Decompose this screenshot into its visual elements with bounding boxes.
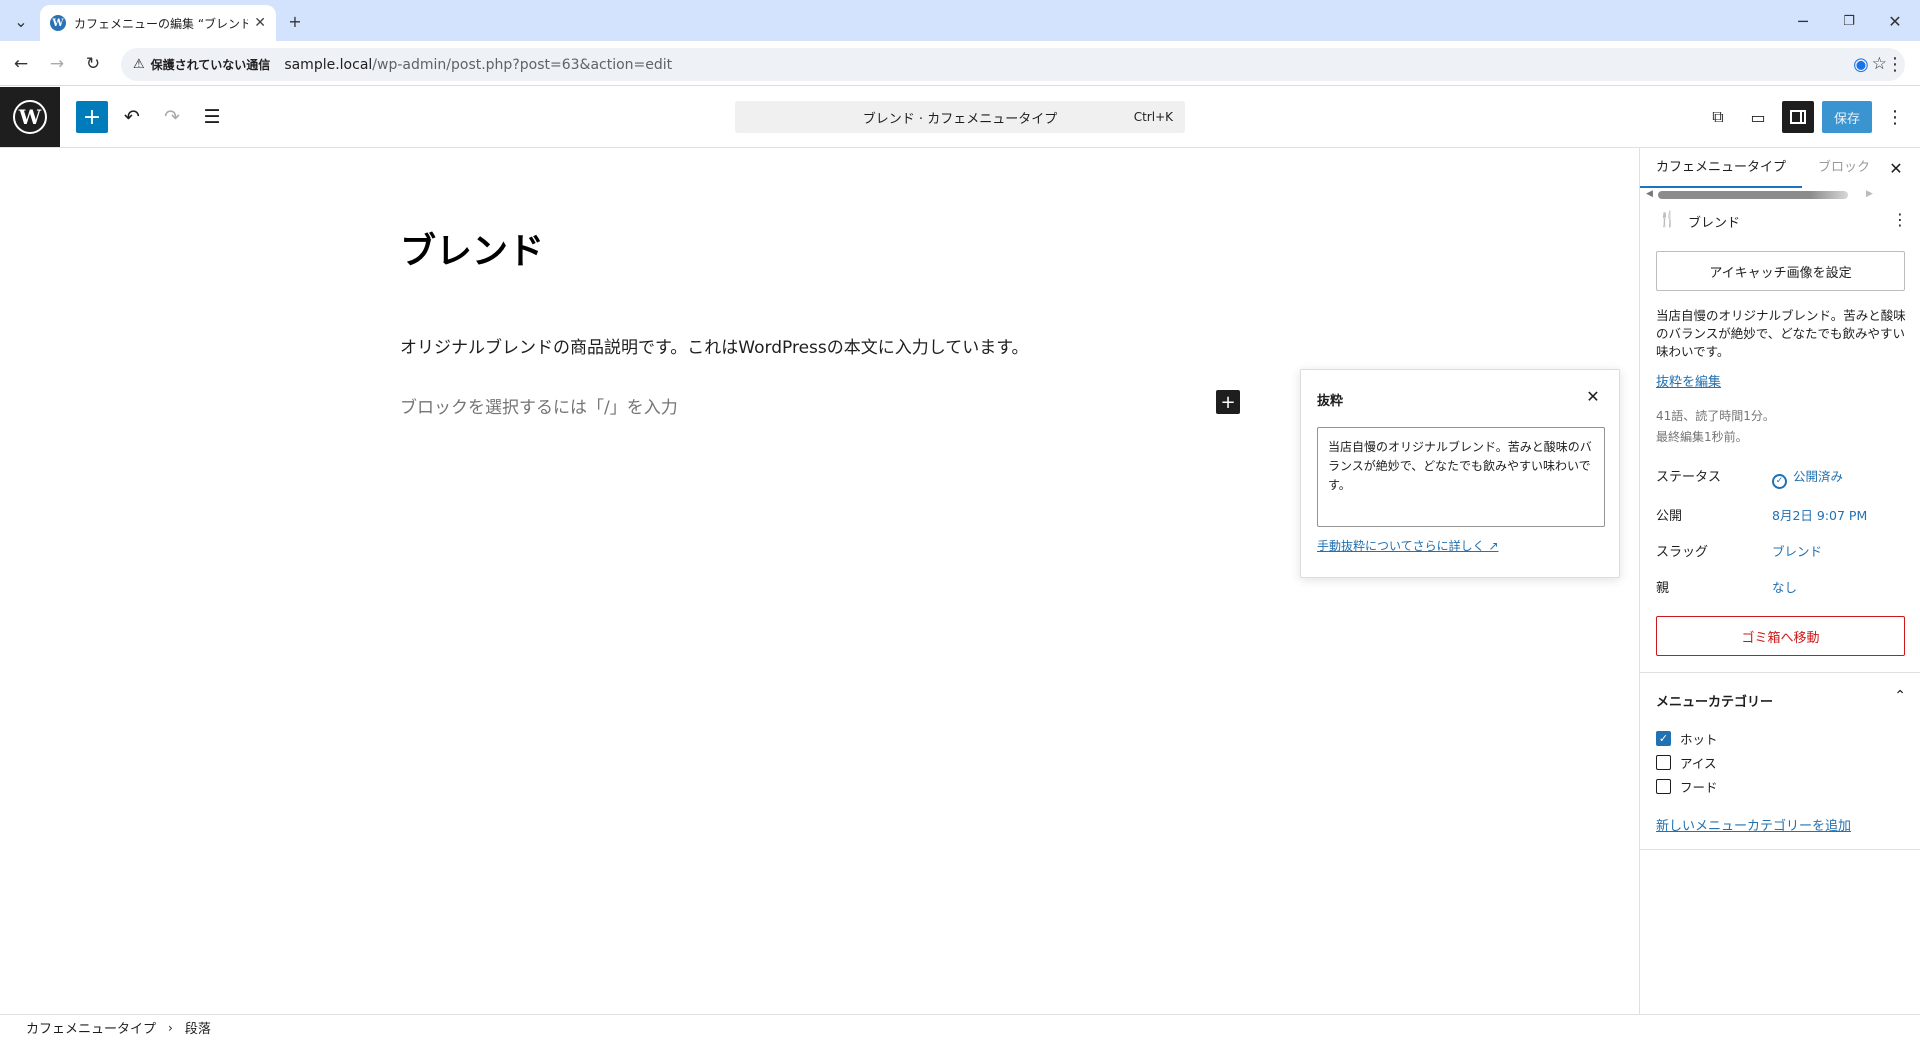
published-check-icon: ✓ <box>1772 473 1787 489</box>
post-title[interactable]: ブレンド <box>400 222 544 274</box>
tab-block[interactable]: ブロック <box>1818 148 1870 188</box>
excerpt-heading: 抜粋 <box>1317 394 1344 409</box>
breadcrumb-block[interactable]: 段落 <box>185 1018 211 1037</box>
save-button[interactable]: 保存 <box>1822 101 1872 133</box>
status-label: ステータス <box>1656 470 1722 485</box>
security-label: 保護されていない通信 <box>150 58 271 72</box>
command-title: ブレンド · カフェメニュータイプ <box>862 111 1058 127</box>
category-panel-title[interactable]: メニューカテゴリー <box>1656 691 1773 710</box>
undo-icon[interactable]: ↶ <box>116 101 148 133</box>
breadcrumb-post-type[interactable]: カフェメニュータイプ <box>26 1018 156 1037</box>
category-item-ice[interactable]: アイス <box>1656 753 1717 772</box>
parent-label: 親 <box>1656 581 1670 596</box>
add-category-link[interactable]: 新しいメニューカテゴリーを追加 <box>1656 815 1851 834</box>
address-bar: ← → ↻ ⚠ 保護されていない通信 sample.local/wp-admin… <box>0 41 1920 86</box>
close-icon[interactable]: ✕ <box>1581 384 1605 408</box>
back-icon[interactable]: ← <box>8 51 34 77</box>
browser-tab-bar: ⌄ W カフェメニューの編集 “ブレンド” ‹ サン ✕ + ─ ❐ ✕ <box>0 0 1920 41</box>
new-tab-icon[interactable]: + <box>282 8 308 34</box>
excerpt-preview: 当店自慢のオリジナルブレンド。苦みと酸味のバランスが絶妙で、どなたでも飲みやすい… <box>1656 308 1906 359</box>
edit-excerpt-link[interactable]: 抜粋を編集 <box>1656 371 1721 390</box>
warning-icon: ⚠ <box>133 57 145 72</box>
slug-label: スラッグ <box>1656 545 1709 560</box>
url-input[interactable]: ⚠ 保護されていない通信 sample.local/wp-admin/post.… <box>121 48 1905 81</box>
paragraph-block[interactable]: オリジナルブレンドの商品説明です。これはWordPressの本文に入力しています… <box>400 333 1029 358</box>
inline-add-block-button[interactable]: + <box>1216 390 1240 414</box>
settings-sidebar-toggle[interactable] <box>1782 101 1814 133</box>
redo-icon[interactable]: ↷ <box>156 101 188 133</box>
checkbox-icon[interactable] <box>1656 779 1671 794</box>
publish-date-value[interactable]: 8月2日 9:07 PM <box>1772 505 1867 524</box>
tab-scrollbar[interactable] <box>1658 191 1848 199</box>
profile-icon[interactable]: ◉ <box>1848 51 1874 77</box>
last-edited: 最終編集1秒前。 <box>1656 430 1748 444</box>
tab-title: カフェメニューの編集 “ブレンド” ‹ サン <box>74 16 249 31</box>
view-post-external-icon[interactable]: ⧉ <box>1702 101 1734 133</box>
restore-icon[interactable]: ❐ <box>1836 8 1862 34</box>
scroll-left-icon[interactable]: ◀ <box>1646 189 1653 199</box>
checkbox-icon[interactable] <box>1656 755 1671 770</box>
block-inserter-button[interactable]: + <box>76 101 108 133</box>
publish-label: 公開 <box>1656 509 1683 524</box>
options-menu-icon[interactable]: ⋮ <box>1882 101 1908 133</box>
url-path: /wp-admin/post.php?post=63&action=edit <box>372 56 673 73</box>
window-close-icon[interactable]: ✕ <box>1882 8 1908 34</box>
category-label: アイス <box>1680 756 1717 771</box>
minimize-icon[interactable]: ─ <box>1790 8 1816 34</box>
excerpt-learn-more-link[interactable]: 手動抜粋についてさらに詳しく ↗ <box>1317 537 1499 554</box>
category-label: フード <box>1680 780 1718 795</box>
chevron-right-icon: › <box>168 1020 173 1035</box>
word-count: 41語、読了時間1分。 <box>1656 409 1775 423</box>
slug-value[interactable]: ブレンド <box>1772 541 1822 560</box>
checkbox-checked-icon[interactable]: ✓ <box>1656 731 1671 746</box>
post-actions-icon[interactable]: ⋮ <box>1892 210 1908 229</box>
empty-block-placeholder[interactable]: ブロックを選択するには「/」を入力 <box>400 393 678 418</box>
divider <box>1640 849 1920 850</box>
category-item-food[interactable]: フード <box>1656 777 1718 796</box>
command-palette-button[interactable]: ブレンド · カフェメニュータイプ Ctrl+K <box>735 101 1185 133</box>
divider <box>1640 672 1920 673</box>
command-shortcut: Ctrl+K <box>1133 110 1173 124</box>
status-value[interactable]: ✓ 公開済み <box>1772 466 1843 489</box>
category-label: ホット <box>1680 732 1718 747</box>
editor-header: W + ↶ ↷ ☰ ブレンド · カフェメニュータイプ Ctrl+K ⧉ ▭ 保… <box>0 87 1920 148</box>
browser-tab[interactable]: W カフェメニューの編集 “ブレンド” ‹ サン ✕ <box>40 5 276 41</box>
wordpress-logo-icon[interactable]: W <box>0 87 60 147</box>
scroll-right-icon[interactable]: ▶ <box>1866 189 1873 199</box>
settings-sidebar: カフェメニュータイプ ブロック ✕ ◀ ▶ 🍴 ブレンド ⋮ アイキャッチ画像を… <box>1639 148 1920 1014</box>
post-card-title: ブレンド <box>1688 216 1741 231</box>
tab-close-icon[interactable]: ✕ <box>254 15 266 31</box>
url-host: sample.local <box>284 56 373 73</box>
parent-value[interactable]: なし <box>1772 577 1797 596</box>
tab-post[interactable]: カフェメニュータイプ <box>1640 148 1802 188</box>
excerpt-textarea[interactable]: 当店自慢のオリジナルブレンド。苦みと酸味のバランスが絶妙で、どなたでも飲みやすい… <box>1317 427 1605 527</box>
forward-icon[interactable]: → <box>44 51 70 77</box>
document-overview-icon[interactable]: ☰ <box>196 101 228 133</box>
preview-device-icon[interactable]: ▭ <box>1742 101 1774 133</box>
excerpt-popover: 抜粋 ✕ 当店自慢のオリジナルブレンド。苦みと酸味のバランスが絶妙で、どなたでも… <box>1300 369 1620 578</box>
set-featured-image-button[interactable]: アイキャッチ画像を設定 <box>1656 251 1905 291</box>
fork-knife-icon: 🍴 <box>1658 210 1677 228</box>
category-item-hot[interactable]: ✓ ホット <box>1656 729 1718 748</box>
sidebar-close-icon[interactable]: ✕ <box>1884 156 1908 180</box>
move-to-trash-button[interactable]: ゴミ箱へ移動 <box>1656 616 1905 656</box>
wordpress-favicon-icon: W <box>50 15 66 31</box>
chevron-up-icon[interactable]: ⌃ <box>1894 688 1906 704</box>
browser-menu-icon[interactable]: ⋮ <box>1882 51 1908 77</box>
block-breadcrumb: カフェメニュータイプ › 段落 <box>0 1014 1920 1040</box>
reload-icon[interactable]: ↻ <box>80 51 106 77</box>
tab-search-icon[interactable]: ⌄ <box>8 8 34 34</box>
